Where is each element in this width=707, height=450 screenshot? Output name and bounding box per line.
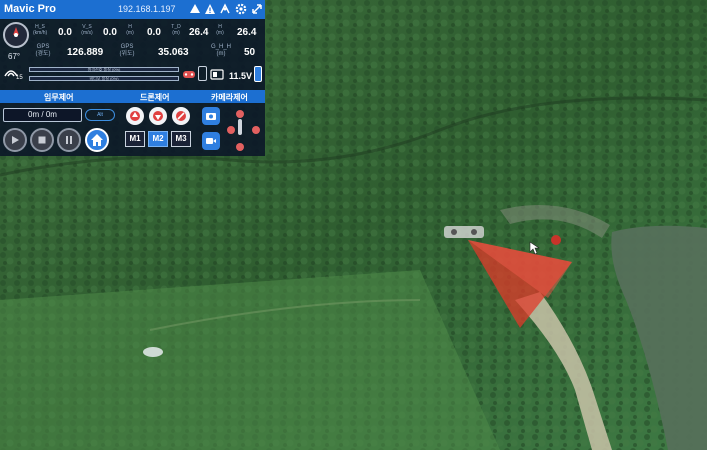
gps-lon-value: 126.889 — [67, 47, 104, 58]
phone-icon — [198, 66, 207, 81]
td-label: T_D (m) — [171, 24, 181, 36]
hs-value: 0.0 — [58, 27, 72, 38]
h-label: H (m) — [126, 24, 134, 36]
ghh-label: G_H_H (m) — [210, 44, 231, 57]
video-button[interactable] — [202, 132, 220, 150]
ghh-value: 50 — [244, 47, 256, 58]
title-bar: Mavic Pro 192.168.1.197 — [0, 0, 265, 19]
vs-label: V_S (m/s) — [81, 24, 93, 36]
mission-progress-field: 0m / 0m — [3, 108, 82, 122]
gimbal-down-icon[interactable] — [236, 143, 244, 151]
app-title: Mavic Pro — [4, 3, 56, 15]
target-point-icon — [551, 235, 561, 245]
collapse-icon[interactable] — [250, 2, 264, 16]
drone-marker-icon — [444, 226, 484, 238]
gimbal-up-icon[interactable] — [236, 110, 244, 118]
td-value: 26.4 — [189, 27, 209, 38]
gps-lat-value: 35.063 — [158, 47, 189, 58]
mission-control-label: 임무제어 — [44, 93, 74, 102]
section-header: 임무제어 드론제어 카메라제어 — [0, 90, 265, 103]
heading-readout: 67° — [8, 52, 21, 61]
hs-label: H_S (km/h) — [33, 24, 48, 36]
control-panel: Mavic Pro 192.168.1.197 67° H_S (km/h) 0… — [0, 0, 265, 156]
h2-label: H (m) — [216, 24, 224, 36]
gps-lat-label: GPS (위도) — [119, 44, 135, 57]
battery-voltage: 11.5V — [229, 71, 253, 81]
gear-icon[interactable] — [234, 2, 248, 16]
gimbal-right-icon[interactable] — [252, 126, 260, 134]
compass-dial — [3, 22, 29, 48]
stop-button[interactable] — [30, 128, 54, 152]
mode-toggle[interactable]: Alt — [85, 109, 115, 121]
remote-signal-text: 원격신호 품질 (0%) — [87, 67, 121, 72]
gimbal-left-icon[interactable] — [227, 126, 235, 134]
home-button[interactable] — [85, 128, 109, 152]
gps-lon-label: GPS (경도) — [35, 44, 51, 57]
h2-value: 26.4 — [237, 27, 257, 38]
satellite-count: 15 — [16, 75, 23, 81]
h-value: 0.0 — [147, 27, 161, 38]
mode-m1-button[interactable]: M1 — [125, 131, 145, 147]
video-quality-text: 비디오 품질 (0%) — [89, 76, 119, 81]
photo-button[interactable] — [202, 107, 220, 125]
camera-control-label: 카메라제어 — [211, 93, 248, 102]
antenna-settings-icon[interactable] — [218, 2, 232, 16]
drone-control-label: 드론제어 — [140, 93, 170, 102]
pause-button[interactable] — [57, 128, 81, 152]
controller-battery-icon — [210, 68, 224, 82]
mode-m2-button[interactable]: M2 — [148, 131, 168, 147]
mode-m3-button[interactable]: M3 — [171, 131, 191, 147]
emergency-button[interactable] — [172, 107, 190, 125]
land-button[interactable] — [149, 107, 167, 125]
ip-address: 192.168.1.197 — [118, 4, 176, 14]
gimbal-joystick-icon[interactable] — [238, 119, 242, 135]
arrow-up-icon[interactable] — [188, 2, 202, 16]
vs-value: 0.0 — [103, 27, 117, 38]
warning-icon[interactable] — [203, 2, 217, 16]
play-button[interactable] — [3, 128, 27, 152]
battery-icon — [254, 66, 262, 82]
takeoff-button[interactable] — [126, 107, 144, 125]
gamepad-icon[interactable] — [182, 68, 196, 82]
